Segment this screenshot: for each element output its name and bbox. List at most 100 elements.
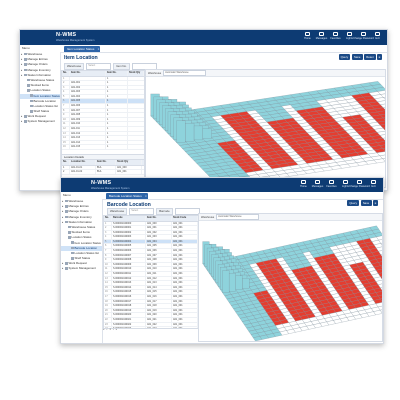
table-cell: A01_020 bbox=[146, 313, 172, 317]
header-cell: No. bbox=[62, 71, 70, 76]
chevron-right-icon: ▸ bbox=[62, 267, 64, 271]
header-cell[interactable]: Item No. bbox=[106, 71, 128, 76]
tab-barcode-location-status[interactable]: Barcode Location Status × bbox=[106, 193, 148, 199]
sidebar-item-label: Manage Inventory bbox=[27, 67, 51, 72]
exit-icon bbox=[371, 180, 376, 184]
folder-icon bbox=[24, 120, 27, 123]
nav-item[interactable]: Change Password bbox=[353, 32, 374, 40]
nav-item[interactable]: Messages bbox=[316, 32, 327, 40]
header-cell[interactable]: Item No. bbox=[146, 216, 172, 221]
sidebar-item-label: Work Request bbox=[68, 261, 87, 266]
table-row[interactable]: 24 S.000001040023 A01_023 A01_001 bbox=[104, 327, 198, 328]
toolbar-button[interactable]: Reset bbox=[364, 54, 376, 60]
table-cell: A01_002 bbox=[146, 230, 172, 235]
nav-item[interactable]: Exit bbox=[372, 32, 383, 40]
folder-icon bbox=[27, 84, 30, 87]
filter-input[interactable] bbox=[174, 208, 200, 215]
close-icon[interactable]: × bbox=[145, 193, 147, 199]
toolbar-button[interactable]: Query bbox=[338, 54, 351, 60]
table-cell: 16 bbox=[104, 290, 112, 294]
menu-icon[interactable]: ≡ bbox=[377, 54, 382, 60]
menu-label[interactable]: Menu bbox=[22, 46, 30, 50]
nav-item[interactable]: Favorites bbox=[326, 180, 337, 188]
app-logo: N-WMS bbox=[56, 32, 77, 38]
nav-label: Home bbox=[300, 185, 307, 188]
sidebar-item-label: Warehouse bbox=[27, 52, 43, 56]
table-cell: 13 bbox=[62, 131, 70, 136]
folder-icon bbox=[65, 215, 68, 219]
table-cell: 8 bbox=[104, 253, 112, 258]
pager-button[interactable]: « bbox=[103, 328, 104, 331]
table-cell: 1 bbox=[106, 140, 128, 145]
nav-label: Favorites bbox=[326, 185, 337, 188]
nav-item[interactable]: Exit bbox=[368, 180, 379, 188]
table-cell: A01_001 bbox=[172, 221, 198, 226]
table-cell: 20 bbox=[104, 308, 112, 313]
table-row[interactable]: 16 A01-015 1 bbox=[62, 145, 144, 150]
table-cell: 1 bbox=[106, 131, 128, 136]
toolbar-button[interactable]: Query bbox=[347, 200, 359, 206]
table-cell: 1 bbox=[106, 136, 128, 140]
table-cell: A01_001 bbox=[172, 317, 198, 322]
detail-row[interactable]: 2 A01-01-02 BUL A01_001 bbox=[62, 170, 144, 175]
warehouse-rack-grid[interactable] bbox=[199, 220, 382, 341]
header-cell[interactable]: Barcode bbox=[112, 216, 146, 221]
folder-icon bbox=[71, 241, 74, 244]
table-cell: S.000001040017 bbox=[112, 299, 146, 304]
table-cell: 1 bbox=[104, 221, 112, 226]
close-icon[interactable]: × bbox=[98, 46, 100, 52]
folder-icon bbox=[71, 251, 74, 255]
folder-icon bbox=[24, 68, 27, 72]
top-nav: Home Messages Favorites Lights Change Passwo… bbox=[298, 180, 379, 188]
table-cell: 17 bbox=[104, 295, 112, 299]
header-cell[interactable]: Stock Code bbox=[172, 216, 198, 221]
nav-item[interactable]: Messages bbox=[312, 180, 323, 188]
app-logo: N-WMS bbox=[91, 180, 112, 186]
pager-button[interactable]: » bbox=[116, 328, 117, 331]
detail-cell: BUL bbox=[96, 170, 116, 174]
folder-icon bbox=[65, 210, 68, 213]
nav-item[interactable]: Home bbox=[302, 32, 313, 40]
table-cell: S.000001040014 bbox=[112, 285, 146, 290]
warehouse-rack-grid[interactable] bbox=[146, 76, 385, 187]
toolbar: Query Save Reset ≡ bbox=[338, 54, 382, 60]
header-cell[interactable]: Stock Qty bbox=[128, 71, 144, 76]
menu-label[interactable]: Menu bbox=[63, 193, 71, 197]
header-cell: No. bbox=[104, 216, 112, 221]
sidebar-item[interactable]: ▸ System Management bbox=[20, 119, 60, 124]
toolbar: Query Save ≡ bbox=[347, 200, 378, 206]
sidebar-item-label: System Management bbox=[68, 266, 96, 271]
table-cell: 6 bbox=[104, 244, 112, 249]
toolbar-button[interactable]: Save bbox=[351, 54, 363, 60]
toolbar-button[interactable]: Save bbox=[360, 200, 372, 206]
pager-button[interactable]: ‹ bbox=[106, 328, 107, 331]
table-cell: A01_001 bbox=[172, 272, 198, 276]
sidebar-item-label: System Management bbox=[27, 119, 55, 124]
filter-input[interactable]: Select bbox=[129, 208, 155, 215]
tab-item-location-status[interactable]: Item Location Status × bbox=[64, 46, 101, 52]
detail-cell: A01-01-02 bbox=[70, 170, 96, 174]
table-cell: S.000001040013 bbox=[112, 281, 146, 285]
table-cell: 1 bbox=[106, 85, 128, 90]
nav-item[interactable]: Change Password bbox=[349, 180, 370, 188]
table-cell: 1 bbox=[106, 90, 128, 94]
pagination: «‹ 1 ›» bbox=[103, 328, 117, 331]
filter-input[interactable]: Select bbox=[86, 63, 112, 70]
table-cell: A01_001 bbox=[172, 285, 198, 290]
header-cell[interactable]: Item No. bbox=[70, 71, 106, 76]
menu-strip: Menu Item Location Status × bbox=[20, 45, 387, 53]
nav-item[interactable]: Favorites bbox=[330, 32, 341, 40]
pager-button[interactable]: 1 bbox=[109, 328, 110, 331]
menu-icon[interactable]: ≡ bbox=[373, 200, 378, 206]
table-cell: S.000001040001 bbox=[112, 226, 146, 230]
barcode-table: No. Barcode Item No. Stock Code 1 S.000001040… bbox=[103, 215, 199, 329]
barcode-location-window: N-WMS Warehouse Management System Home Me… bbox=[60, 177, 384, 344]
header-cell: No. bbox=[62, 160, 70, 165]
sidebar-item[interactable]: ▸ System Management bbox=[61, 266, 102, 271]
pager-button[interactable]: › bbox=[113, 328, 114, 331]
header-cell: Location No. bbox=[70, 160, 96, 165]
menu-strip: Menu Barcode Location Status × bbox=[61, 192, 383, 200]
table-cell: A01_001 bbox=[172, 295, 198, 299]
nav-item[interactable]: Home bbox=[298, 180, 309, 188]
table-cell: 1 bbox=[106, 99, 128, 104]
